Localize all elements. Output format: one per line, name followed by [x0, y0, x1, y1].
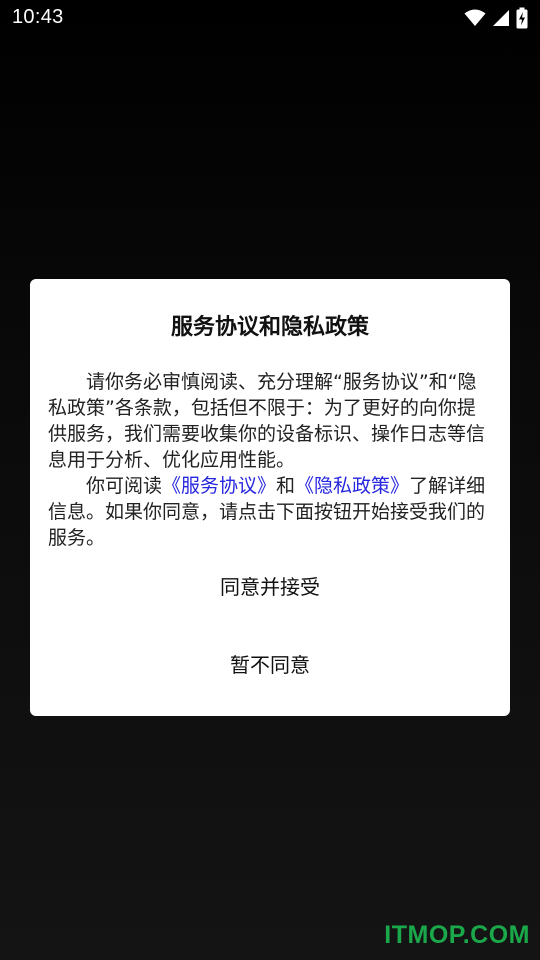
agreement-paragraph: 请你务必审慎阅读、充分理解“服务协议”和“隐私政策”各条款，包括但不限于：为了更… [48, 371, 486, 471]
dialog-body: 请你务必审慎阅读、充分理解“服务协议”和“隐私政策”各条款，包括但不限于：为了更… [48, 369, 492, 551]
app-screen: 10:43 服务协议和隐私政策 请你务必审慎阅读、充分理解“服务协议”和“隐私政… [0, 0, 540, 960]
watermark-logo: ITMOP.COM [384, 921, 530, 949]
wifi-icon [464, 9, 486, 27]
dialog-title: 服务协议和隐私政策 [170, 315, 369, 340]
status-icons [464, 7, 528, 29]
links-and-text: 和 [276, 475, 296, 497]
status-bar: 10:43 [0, 0, 540, 36]
accept-button[interactable]: 同意并接受 [30, 565, 510, 609]
privacy-dialog: 服务协议和隐私政策 请你务必审慎阅读、充分理解“服务协议”和“隐私政策”各条款，… [30, 279, 510, 716]
links-prefix-text: 你可阅读 [86, 475, 163, 497]
cellular-signal-icon [492, 9, 510, 27]
links-paragraph: 你可阅读《服务协议》和《隐私政策》了解详细信息。如果你同意，请点击下面按钮开始接… [48, 473, 492, 551]
decline-button[interactable]: 暂不同意 [30, 643, 510, 687]
privacy-policy-link[interactable]: 《隐私政策》 [295, 475, 409, 497]
status-time: 10:43 [12, 6, 64, 28]
battery-charging-icon [516, 7, 528, 29]
service-agreement-link[interactable]: 《服务协议》 [162, 475, 276, 497]
